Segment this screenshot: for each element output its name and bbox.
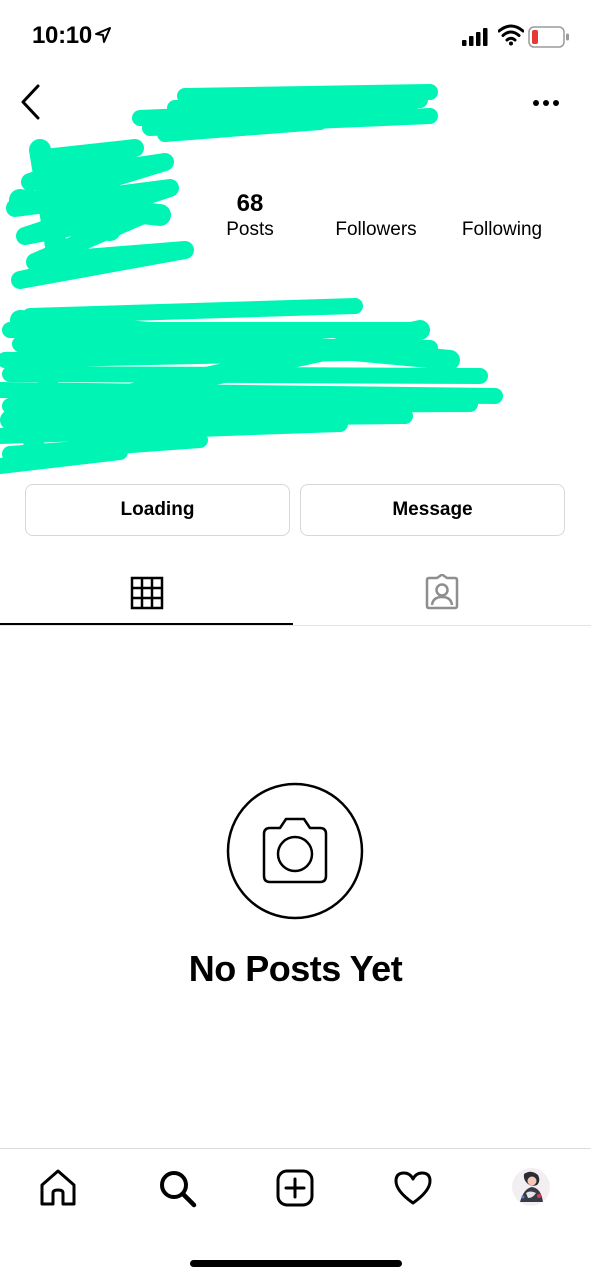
home-icon[interactable]	[38, 1168, 78, 1208]
location-arrow-icon	[95, 27, 111, 43]
message-button[interactable]: Message	[300, 484, 565, 536]
add-post-icon[interactable]	[275, 1168, 315, 1208]
tab-posts-grid[interactable]	[0, 560, 293, 626]
tagged-icon	[425, 574, 459, 610]
wifi-icon	[498, 24, 524, 46]
signal-icon	[462, 28, 488, 46]
empty-state-title: No Posts Yet	[188, 948, 403, 989]
battery-icon	[528, 26, 569, 48]
search-icon[interactable]	[157, 1168, 197, 1208]
avatar-image	[512, 1168, 550, 1206]
home-indicator	[190, 1260, 402, 1267]
heart-icon[interactable]	[393, 1170, 433, 1206]
back-chevron-icon[interactable]	[18, 84, 44, 120]
tab-divider	[0, 625, 591, 626]
tab-tagged[interactable]	[293, 560, 591, 626]
status-time: 10:10	[32, 22, 92, 49]
posts-count[interactable]: 68	[215, 190, 285, 218]
posts-label[interactable]: Posts	[205, 219, 295, 241]
grid-icon	[130, 576, 163, 610]
profile-avatar[interactable]	[512, 1168, 550, 1206]
camera-icon	[226, 782, 364, 920]
loading-button[interactable]: Loading	[25, 484, 290, 536]
more-options-icon[interactable]	[532, 98, 560, 108]
followers-label[interactable]: Followers	[320, 219, 432, 241]
following-label[interactable]: Following	[447, 219, 557, 241]
bottom-nav-divider	[0, 1148, 591, 1149]
